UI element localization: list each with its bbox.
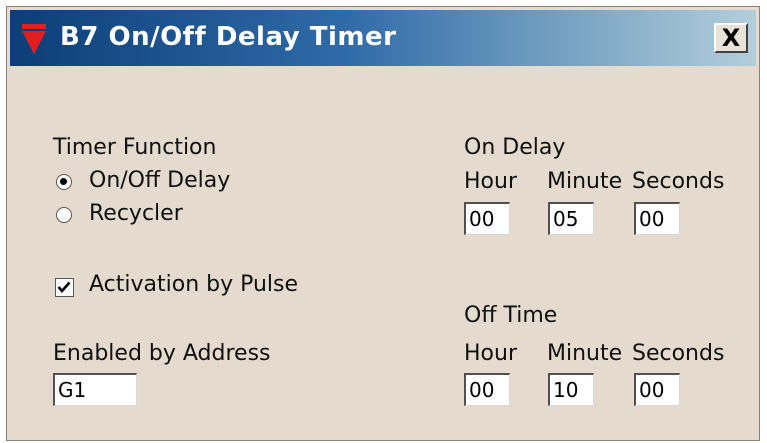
on-delay-hour-label: Hour [464, 169, 517, 194]
off-time-seconds-input[interactable]: 00 [634, 373, 680, 406]
window-title: B7 On/Off Delay Timer [60, 22, 397, 52]
timer-dialog-window: B7 On/Off Delay Timer X Timer Function O… [6, 6, 760, 441]
off-time-minute-label: Minute [547, 341, 623, 366]
on-delay-seconds-label: Seconds [632, 169, 725, 194]
on-delay-hour-input[interactable]: 00 [464, 202, 510, 235]
on-delay-seconds-input[interactable]: 00 [634, 202, 680, 235]
checkmark-icon [57, 281, 71, 293]
off-time-seconds-label: Seconds [632, 341, 725, 366]
app-logo-icon [22, 24, 46, 54]
title-bar[interactable]: B7 On/Off Delay Timer X [10, 10, 756, 66]
off-time-heading: Off Time [464, 303, 558, 328]
radio-recycler-label[interactable]: Recycler [89, 201, 183, 226]
activation-by-pulse-checkbox[interactable] [55, 278, 74, 297]
off-time-hour-input[interactable]: 00 [464, 373, 510, 406]
off-time-minute-input[interactable]: 10 [548, 373, 594, 406]
enabled-by-address-input[interactable]: G1 [53, 373, 137, 406]
off-time-hour-label: Hour [464, 341, 517, 366]
radio-on-off-delay-label[interactable]: On/Off Delay [89, 168, 230, 193]
radio-recycler[interactable] [56, 207, 72, 223]
enabled-by-address-label: Enabled by Address [53, 341, 271, 366]
radio-on-off-delay[interactable] [56, 174, 72, 190]
close-button[interactable]: X [714, 23, 748, 53]
activation-by-pulse-label[interactable]: Activation by Pulse [89, 272, 298, 297]
on-delay-minute-input[interactable]: 05 [548, 202, 594, 235]
on-delay-minute-label: Minute [547, 169, 623, 194]
on-delay-heading: On Delay [464, 135, 566, 160]
timer-function-heading: Timer Function [53, 135, 217, 160]
close-icon: X [721, 24, 741, 52]
